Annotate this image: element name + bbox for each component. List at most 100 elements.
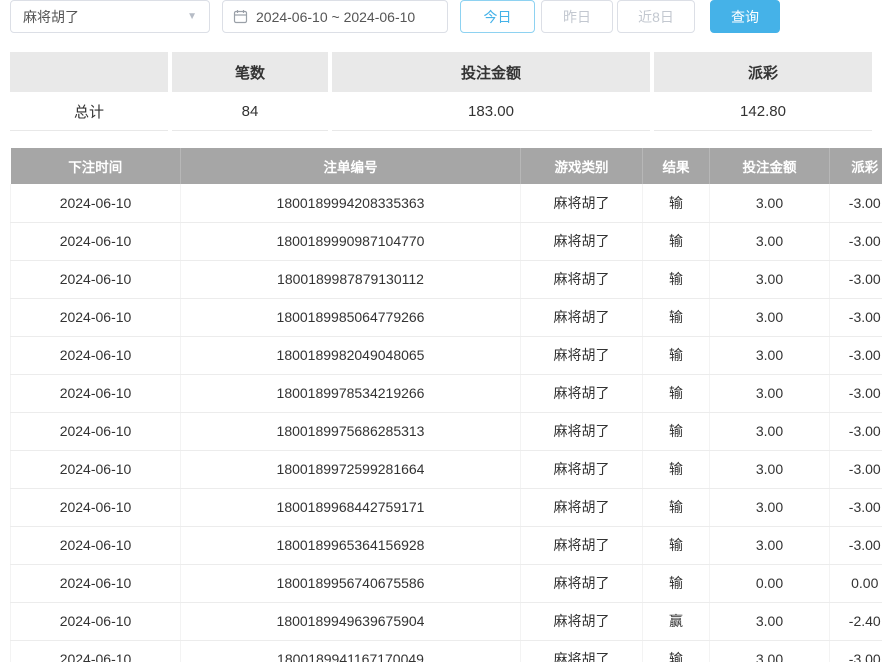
result-column-header: 结果 xyxy=(643,148,710,184)
result-cell: 输 xyxy=(643,640,710,662)
payout-cell: -3.00 xyxy=(830,260,882,298)
bet-table-body: 2024-06-10 1800189994208335363 麻将胡了 输 3.… xyxy=(11,184,882,662)
table-row: 2024-06-10 1800189985064779266 麻将胡了 输 3.… xyxy=(11,298,882,336)
bet-time-cell: 2024-06-10 xyxy=(11,602,181,640)
table-row: 2024-06-10 1800189978534219266 麻将胡了 输 3.… xyxy=(11,374,882,412)
order-number-cell: 1800189965364156928 xyxy=(181,526,521,564)
game-type-cell: 麻将胡了 xyxy=(521,336,643,374)
table-row: 2024-06-10 1800189941167170049 麻将胡了 输 3.… xyxy=(11,640,882,662)
payout-cell: -3.00 xyxy=(830,184,882,222)
order-number-cell: 1800189982049048065 xyxy=(181,336,521,374)
summary-count-header: 笔数 xyxy=(172,52,328,92)
table-row: 2024-06-10 1800189975686285313 麻将胡了 输 3.… xyxy=(11,412,882,450)
payout-cell: -3.00 xyxy=(830,374,882,412)
order-number-cell: 1800189985064779266 xyxy=(181,298,521,336)
order-number-cell: 1800189990987104770 xyxy=(181,222,521,260)
payout-cell: -3.00 xyxy=(830,488,882,526)
chevron-down-icon: ▼ xyxy=(187,11,197,22)
bet-time-cell: 2024-06-10 xyxy=(11,374,181,412)
table-row: 2024-06-10 1800189994208335363 麻将胡了 输 3.… xyxy=(11,184,882,222)
bet-time-cell: 2024-06-10 xyxy=(11,336,181,374)
date-range-input[interactable]: 2024-06-10 ~ 2024-06-10 xyxy=(222,0,448,33)
game-type-cell: 麻将胡了 xyxy=(521,564,643,602)
order-number-cell: 1800189994208335363 xyxy=(181,184,521,222)
game-type-cell: 麻将胡了 xyxy=(521,640,643,662)
order-number-cell: 1800189972599281664 xyxy=(181,450,521,488)
bet-amount-cell: 3.00 xyxy=(710,602,830,640)
bet-amount-cell: 3.00 xyxy=(710,298,830,336)
result-cell: 输 xyxy=(643,450,710,488)
today-button[interactable]: 今日 xyxy=(460,0,535,33)
game-type-cell: 麻将胡了 xyxy=(521,184,643,222)
game-select-value: 麻将胡了 xyxy=(23,7,79,27)
result-cell: 输 xyxy=(643,222,710,260)
payout-cell: -3.00 xyxy=(830,526,882,564)
bet-time-cell: 2024-06-10 xyxy=(11,564,181,602)
last-8-days-button[interactable]: 近8日 xyxy=(617,0,695,33)
summary-total-label: 总计 xyxy=(10,92,168,131)
summary-payout-value: 142.80 xyxy=(654,92,872,131)
result-cell: 输 xyxy=(643,374,710,412)
game-column-header: 游戏类别 xyxy=(521,148,643,184)
result-cell: 输 xyxy=(643,564,710,602)
table-row: 2024-06-10 1800189990987104770 麻将胡了 输 3.… xyxy=(11,222,882,260)
bet-amount-cell: 3.00 xyxy=(710,222,830,260)
summary-bet-value: 183.00 xyxy=(332,92,650,131)
order-number-cell: 1800189949639675904 xyxy=(181,602,521,640)
summary-count-value: 84 xyxy=(172,92,328,131)
result-cell: 赢 xyxy=(643,602,710,640)
bet-amount-cell: 3.00 xyxy=(710,526,830,564)
bet-time-cell: 2024-06-10 xyxy=(11,298,181,336)
summary-table: 笔数 投注金额 派彩 总计 84 183.00 142.80 xyxy=(10,52,872,131)
order-number-cell: 1800189956740675586 xyxy=(181,564,521,602)
payout-cell: -3.00 xyxy=(830,412,882,450)
game-type-cell: 麻将胡了 xyxy=(521,222,643,260)
game-type-cell: 麻将胡了 xyxy=(521,602,643,640)
calendar-icon xyxy=(233,9,248,24)
header-row: 下注时间 注单编号 游戏类别 结果 投注金额 派彩 xyxy=(11,148,882,184)
payout-cell: 0.00 xyxy=(830,564,882,602)
table-row: 2024-06-10 1800189968442759171 麻将胡了 输 3.… xyxy=(11,488,882,526)
result-cell: 输 xyxy=(643,336,710,374)
game-type-cell: 麻将胡了 xyxy=(521,450,643,488)
payout-column-header: 派彩 xyxy=(830,148,882,184)
toolbar: 麻将胡了 ▼ 2024-06-10 ~ 2024-06-10 今日 昨日 近8日… xyxy=(10,0,780,33)
result-cell: 输 xyxy=(643,298,710,336)
table-row: 2024-06-10 1800189965364156928 麻将胡了 输 3.… xyxy=(11,526,882,564)
bet-amount-cell: 3.00 xyxy=(710,260,830,298)
result-cell: 输 xyxy=(643,412,710,450)
table-row: 2024-06-10 1800189956740675586 麻将胡了 输 0.… xyxy=(11,564,882,602)
bet-time-cell: 2024-06-10 xyxy=(11,222,181,260)
game-select[interactable]: 麻将胡了 ▼ xyxy=(10,0,210,33)
bet-table-header: 下注时间 注单编号 游戏类别 结果 投注金额 派彩 xyxy=(11,148,882,184)
summary-payout-header: 派彩 xyxy=(654,52,872,92)
result-cell: 输 xyxy=(643,526,710,564)
table-row: 2024-06-10 1800189949639675904 麻将胡了 赢 3.… xyxy=(11,602,882,640)
bet-time-cell: 2024-06-10 xyxy=(11,450,181,488)
result-cell: 输 xyxy=(643,184,710,222)
result-cell: 输 xyxy=(643,260,710,298)
bet-amount-cell: 3.00 xyxy=(710,450,830,488)
yesterday-button[interactable]: 昨日 xyxy=(541,0,613,33)
bet-amount-cell: 3.00 xyxy=(710,488,830,526)
date-range-value: 2024-06-10 ~ 2024-06-10 xyxy=(256,9,415,25)
bet-time-cell: 2024-06-10 xyxy=(11,412,181,450)
result-cell: 输 xyxy=(643,488,710,526)
bet-time-cell: 2024-06-10 xyxy=(11,640,181,662)
query-button[interactable]: 查询 xyxy=(710,0,780,33)
payout-cell: -3.00 xyxy=(830,336,882,374)
payout-cell: -3.00 xyxy=(830,298,882,336)
game-type-cell: 麻将胡了 xyxy=(521,412,643,450)
payout-cell: -3.00 xyxy=(830,450,882,488)
bet-amount-cell: 3.00 xyxy=(710,184,830,222)
order-number-cell: 1800189941167170049 xyxy=(181,640,521,662)
summary-total-row: 总计 84 183.00 142.80 xyxy=(10,92,872,131)
payout-cell: -2.40 xyxy=(830,602,882,640)
summary-blank-header xyxy=(10,52,168,92)
bet-time-cell: 2024-06-10 xyxy=(11,526,181,564)
bet-records-table: 下注时间 注单编号 游戏类别 结果 投注金额 派彩 2024-06-10 180… xyxy=(10,148,882,662)
game-type-cell: 麻将胡了 xyxy=(521,298,643,336)
bet-amount-cell: 3.00 xyxy=(710,640,830,662)
game-type-cell: 麻将胡了 xyxy=(521,488,643,526)
payout-cell: -3.00 xyxy=(830,640,882,662)
